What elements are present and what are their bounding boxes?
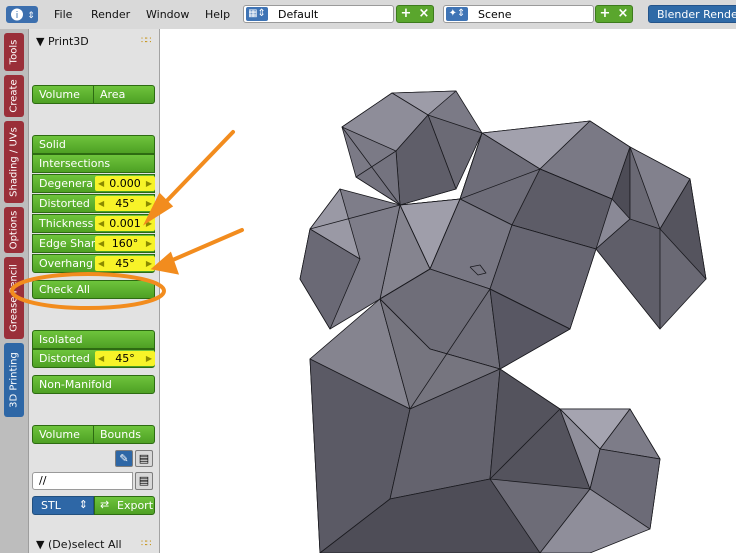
menu-help[interactable]: Help bbox=[205, 8, 230, 21]
render-engine-select[interactable]: Blender Render bbox=[648, 5, 736, 23]
solid-button[interactable]: Solid bbox=[32, 135, 155, 154]
overhang-button[interactable]: Overhang bbox=[39, 257, 93, 270]
intersections-button[interactable]: Intersections bbox=[32, 154, 155, 173]
tab-3d-printing[interactable]: 3D Printing bbox=[4, 343, 24, 417]
export-button[interactable]: ⇄ Export bbox=[94, 496, 155, 515]
stats-row: Volume Area bbox=[32, 85, 155, 104]
scene-icon[interactable]: ✦⇕ bbox=[446, 7, 468, 21]
edge-sharp-button[interactable]: Edge Shar bbox=[39, 237, 95, 250]
drag-handle-icon[interactable]: ∷∷ bbox=[141, 36, 152, 46]
drag-handle-icon-2[interactable]: ∷∷ bbox=[141, 539, 152, 549]
isolated-button[interactable]: Isolated bbox=[32, 330, 155, 349]
select-arrows-icon: ⇕ bbox=[78, 498, 88, 511]
degenerate-value-field[interactable]: ◀ 0.000 ▶ bbox=[95, 176, 155, 191]
panel-header-print3d[interactable]: ▼ Print3D bbox=[36, 35, 89, 48]
thickness-button[interactable]: Thickness bbox=[39, 217, 93, 230]
add-screen-button[interactable]: + bbox=[397, 6, 415, 21]
cleanup-distorted-button[interactable]: Distorted bbox=[39, 352, 90, 365]
add-scene-button[interactable]: + bbox=[596, 6, 614, 21]
distorted-button[interactable]: Distorted bbox=[39, 197, 90, 210]
distorted-value-field[interactable]: ◀ 45° ▶ bbox=[95, 196, 155, 211]
tab-grease-pencil[interactable]: Grease Pencil bbox=[4, 257, 24, 339]
screen-add-remove: + × bbox=[396, 5, 434, 23]
export-icon: ⇄ bbox=[100, 498, 110, 511]
distorted-row: Distorted ◀ 45° ▶ bbox=[32, 194, 155, 213]
edge-sharp-row: Edge Shar ◀ 160° ▶ bbox=[32, 234, 155, 253]
volume-button[interactable]: Volume bbox=[33, 86, 93, 103]
svg-text:⇕: ⇕ bbox=[27, 11, 35, 21]
overhang-value-field[interactable]: ◀ 45° ▶ bbox=[95, 256, 155, 271]
non-manifold-button[interactable]: Non-Manifold bbox=[32, 375, 155, 394]
layout-icon[interactable]: ▦⇕ bbox=[246, 7, 268, 21]
scale-bounds-button[interactable]: Bounds bbox=[94, 426, 154, 443]
remove-screen-button[interactable]: × bbox=[415, 6, 433, 21]
degenerate-row: Degenera ◀ 0.000 ▶ bbox=[32, 174, 155, 193]
thickness-value-field[interactable]: ◀ 0.001 ▶ bbox=[95, 216, 155, 231]
edge-sharp-value-field[interactable]: ◀ 160° ▶ bbox=[95, 236, 155, 251]
scale-row: Volume Bounds bbox=[32, 425, 155, 444]
scene-add-remove: + × bbox=[595, 5, 633, 23]
scene-field[interactable]: ✦⇕ Scene bbox=[443, 5, 594, 23]
tab-options[interactable]: Options bbox=[4, 207, 24, 253]
tab-create[interactable]: Create bbox=[4, 75, 24, 117]
tab-tools[interactable]: Tools bbox=[4, 33, 24, 71]
svg-text:i: i bbox=[16, 11, 19, 21]
scale-volume-button[interactable]: Volume bbox=[33, 426, 93, 443]
eyedropper-icon[interactable]: ✎ bbox=[115, 450, 133, 467]
scene-value: Scene bbox=[478, 8, 512, 21]
area-button[interactable]: Area bbox=[94, 86, 154, 103]
thickness-row: Thickness ◀ 0.001 ▶ bbox=[32, 214, 155, 233]
menu-render[interactable]: Render bbox=[91, 8, 130, 21]
export-format-select[interactable]: STL ⇕ bbox=[32, 496, 94, 515]
cleanup-distorted-row: Distorted ◀ 45° ▶ bbox=[32, 349, 155, 368]
panel-header-deselect-all[interactable]: ▼ (De)select All bbox=[36, 538, 122, 551]
export-path-input[interactable]: // bbox=[32, 472, 133, 490]
tool-shelf: ▼ Print3D ∷∷ Volume Area Solid Intersect… bbox=[29, 29, 160, 553]
tool-tabs: Tools Create Shading / UVs Options Greas… bbox=[0, 29, 29, 553]
cleanup-distorted-value-field[interactable]: ◀ 45° ▶ bbox=[95, 351, 155, 366]
menu-window[interactable]: Window bbox=[146, 8, 189, 21]
screen-layout-field[interactable]: ▦⇕ Default bbox=[243, 5, 394, 23]
info-icon[interactable]: i ⇕ bbox=[6, 6, 38, 23]
degenerate-button[interactable]: Degenera bbox=[39, 177, 93, 190]
top-menu-bar: i ⇕ File Render Window Help ▦⇕ Default + ×… bbox=[0, 0, 736, 30]
tab-shading-uvs[interactable]: Shading / UVs bbox=[4, 121, 24, 203]
file-browse-icon[interactable]: ▤ bbox=[135, 472, 153, 490]
3d-viewport[interactable] bbox=[160, 29, 736, 553]
remove-scene-button[interactable]: × bbox=[614, 6, 632, 21]
menu-file[interactable]: File bbox=[54, 8, 72, 21]
screen-layout-value: Default bbox=[278, 8, 319, 21]
mesh-render bbox=[299, 90, 707, 553]
save-icon[interactable]: ▤ bbox=[135, 450, 153, 467]
check-all-button[interactable]: Check All bbox=[32, 280, 155, 299]
overhang-row: Overhang ◀ 45° ▶ bbox=[32, 254, 155, 273]
